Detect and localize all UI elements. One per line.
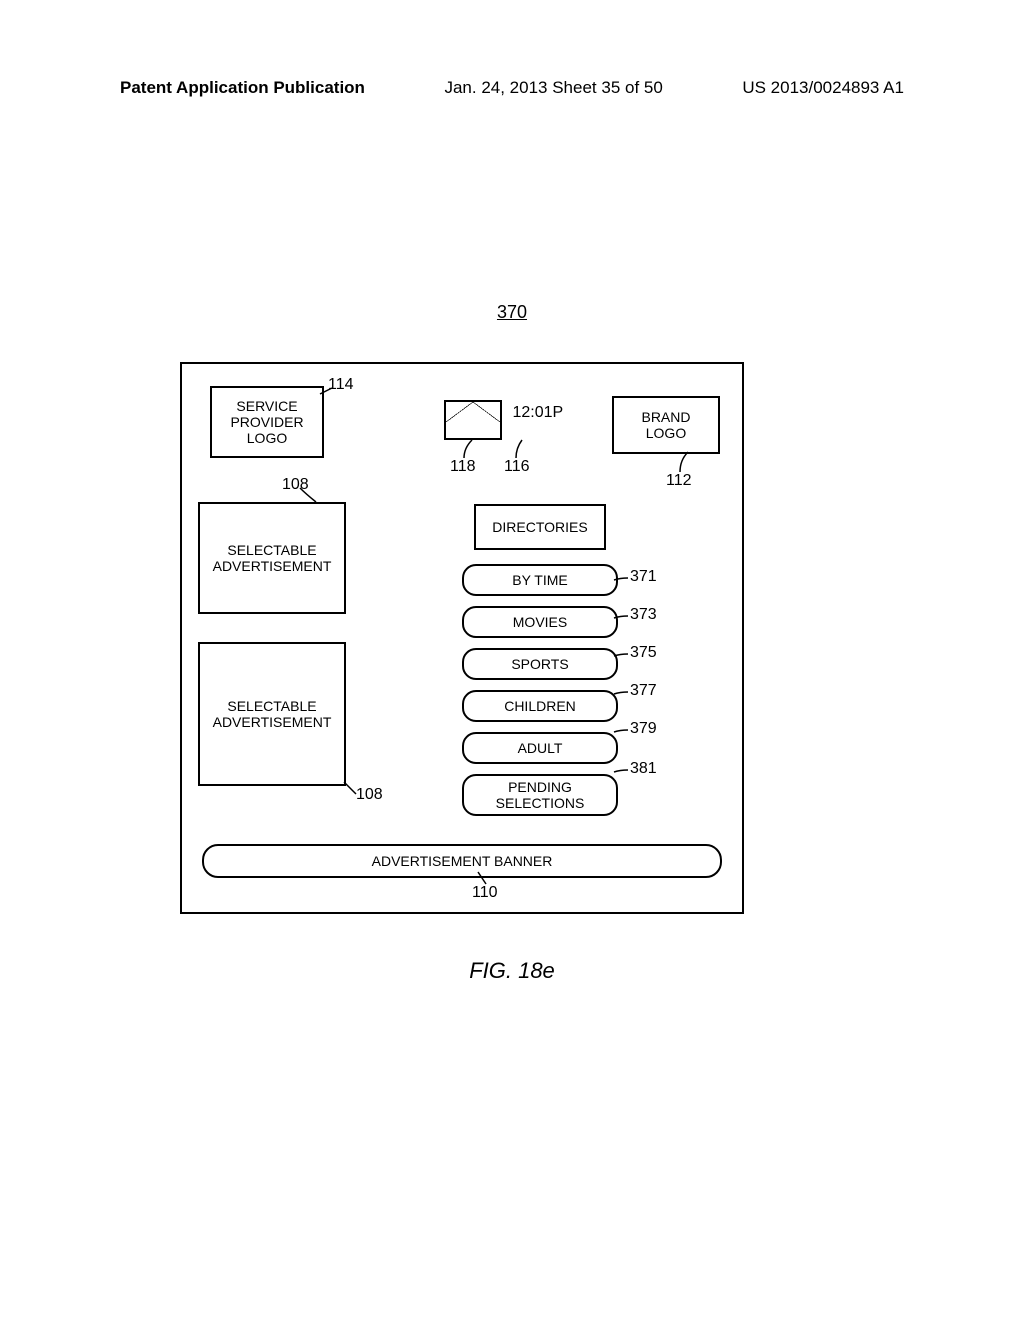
mail-time-group: 12:01P [444,400,563,440]
ref-112: 112 [666,472,692,490]
clock-time: 12:01P [512,400,563,422]
ref-371: 371 [630,568,657,586]
directory-menu: BY TIME MOVIES SPORTS CHILDREN ADULT PEN… [462,564,614,826]
ref-108b: 108 [356,786,383,804]
ref-114: 114 [328,376,354,394]
figure-caption: FIG. 18e [0,958,1024,984]
brand-logo: BRANDLOGO [612,396,720,454]
selectable-advertisement-1[interactable]: SELECTABLEADVERTISEMENT [198,502,346,614]
selectable-advertisement-2[interactable]: SELECTABLEADVERTISEMENT [198,642,346,786]
header-publication: Patent Application Publication [120,78,365,98]
page-header: Patent Application Publication Jan. 24, … [120,78,904,98]
ref-110: 110 [472,884,498,902]
service-provider-logo: SERVICEPROVIDERLOGO [210,386,324,458]
menu-movies[interactable]: MOVIES [462,606,618,638]
figure-reference-number: 370 [0,302,1024,323]
directories-heading: DIRECTORIES [474,504,606,550]
header-pubnum: US 2013/0024893 A1 [742,78,904,98]
advertisement-banner[interactable]: ADVERTISEMENT BANNER [202,844,722,878]
ref-375: 375 [630,644,657,662]
ref-379: 379 [630,720,657,738]
header-date-sheet: Jan. 24, 2013 Sheet 35 of 50 [444,78,662,98]
ref-108a: 108 [282,476,309,494]
ref-118: 118 [450,458,476,476]
patent-page: Patent Application Publication Jan. 24, … [0,0,1024,1320]
menu-sports[interactable]: SPORTS [462,648,618,680]
ref-116: 116 [504,458,530,476]
mail-icon [444,400,502,440]
ref-381: 381 [630,760,657,778]
ref-377: 377 [630,682,657,700]
ref-373: 373 [630,606,657,624]
menu-children[interactable]: CHILDREN [462,690,618,722]
menu-adult[interactable]: ADULT [462,732,618,764]
ui-frame: SERVICEPROVIDERLOGO 12:01P BRANDLOGO SEL… [180,362,744,914]
menu-by-time[interactable]: BY TIME [462,564,618,596]
menu-pending-selections[interactable]: PENDINGSELECTIONS [462,774,618,816]
